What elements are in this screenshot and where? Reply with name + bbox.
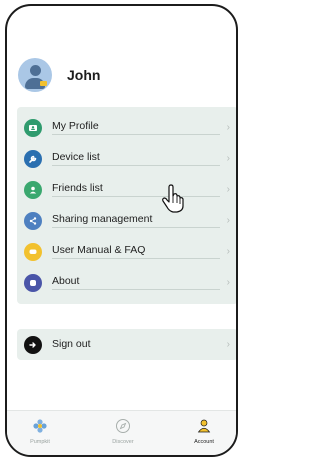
tab-label: Account — [194, 439, 214, 445]
chevron-right-icon: › — [226, 277, 230, 288]
chevron-right-icon: › — [226, 339, 230, 350]
bottom-tab-bar: Pumpkit Discover Account — [7, 410, 236, 455]
menu-item-device-list[interactable]: Device list › — [17, 143, 236, 174]
menu-item-label: Sharing management — [52, 213, 220, 228]
chevron-right-icon: › — [226, 246, 230, 257]
tab-account[interactable]: Account — [174, 417, 234, 445]
account-icon — [174, 417, 234, 435]
user-header[interactable]: John — [18, 58, 100, 92]
tab-label: Discover — [112, 439, 134, 445]
menu-item-label: Device list — [52, 151, 220, 166]
chat-bubble-icon — [24, 242, 42, 261]
menu-item-label: User Manual & FAQ — [52, 244, 220, 259]
chevron-right-icon: › — [226, 153, 230, 164]
menu-item-label: Friends list — [52, 182, 220, 197]
chevron-right-icon: › — [226, 215, 230, 226]
menu-item-user-manual-faq[interactable]: User Manual & FAQ › — [17, 236, 236, 267]
chevron-right-icon: › — [226, 122, 230, 133]
profile-card-icon — [24, 118, 42, 137]
menu-item-about[interactable]: About › — [17, 267, 236, 298]
menu-item-label: My Profile — [52, 120, 220, 135]
compass-icon — [93, 417, 153, 435]
menu-item-friends-list[interactable]: Friends list › — [17, 174, 236, 205]
menu-item-my-profile[interactable]: My Profile › — [17, 112, 236, 143]
avatar[interactable] — [18, 58, 52, 92]
exit-icon — [24, 335, 42, 354]
menu-item-sharing-management[interactable]: Sharing management › — [17, 205, 236, 236]
info-icon — [24, 273, 42, 292]
user-name: John — [67, 67, 101, 83]
avatar-head — [30, 65, 41, 76]
avatar-badge — [40, 81, 47, 86]
tab-pumpkit[interactable]: Pumpkit — [10, 417, 70, 445]
flower-icon — [10, 417, 70, 435]
wrench-icon — [24, 149, 42, 168]
phone-frame: John My Profile › Device list › Friends … — [5, 4, 238, 457]
menu-item-label: About — [52, 275, 220, 290]
chevron-right-icon: › — [226, 184, 230, 195]
tab-discover[interactable]: Discover — [93, 417, 153, 445]
sign-out-label: Sign out — [52, 337, 91, 350]
sign-out-button[interactable]: Sign out › — [17, 329, 236, 360]
share-icon — [24, 211, 42, 230]
person-icon — [24, 180, 42, 199]
menu-card: My Profile › Device list › Friends list … — [17, 107, 236, 304]
sign-out-row[interactable]: Sign out › — [17, 329, 236, 360]
tab-label: Pumpkit — [30, 439, 50, 445]
